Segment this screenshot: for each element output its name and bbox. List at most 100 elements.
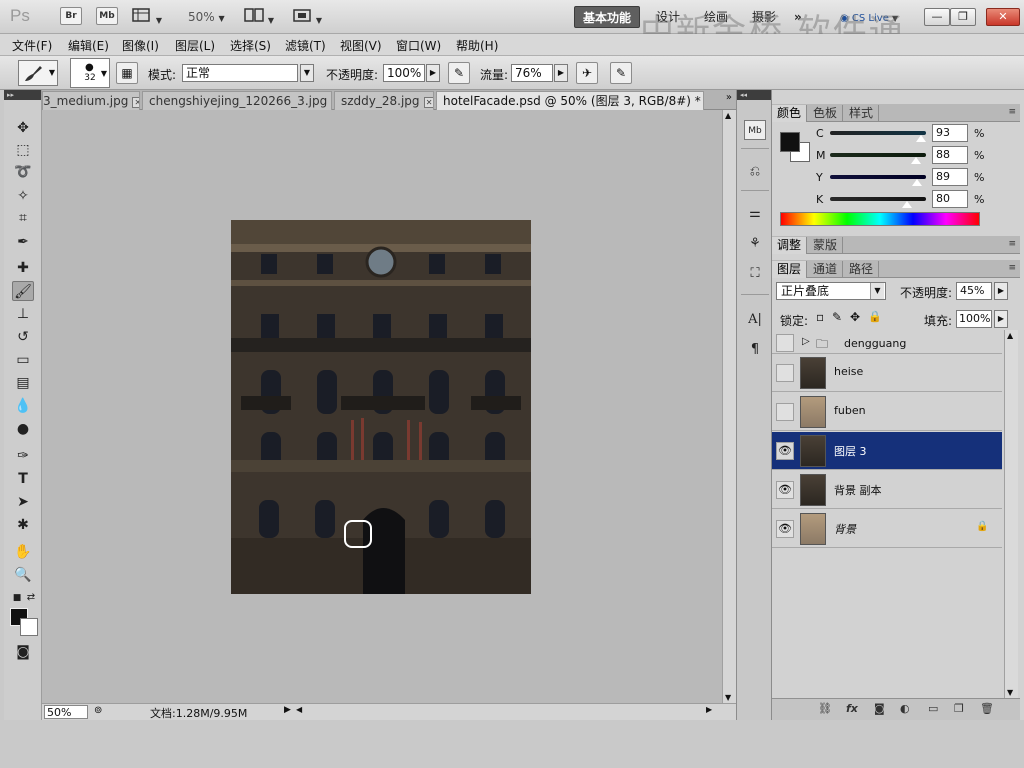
cyan-value-input[interactable]: 93 xyxy=(932,124,968,142)
layer-row-layer3[interactable]: 👁 图层 3 xyxy=(772,432,1002,470)
healing-brush-tool-icon[interactable]: ✚ xyxy=(12,258,34,278)
airbrush-toggle[interactable]: ✈ xyxy=(576,62,598,84)
layer-blend-mode-select[interactable]: 正片叠底 ▼ xyxy=(776,282,886,300)
pressure-size-toggle[interactable]: ✎ xyxy=(610,62,632,84)
color-panel-foreground-swatch[interactable] xyxy=(780,132,800,152)
lock-all-icon[interactable]: 🔒 xyxy=(868,310,882,323)
tab-paths[interactable]: 路径 xyxy=(844,261,880,278)
blur-tool-icon[interactable]: 💧 xyxy=(12,396,34,416)
status-options-icon[interactable]: ⊚ xyxy=(94,705,102,716)
view-extras-button[interactable]: ▼ xyxy=(132,7,162,27)
eye-icon[interactable]: 👁 xyxy=(776,520,794,538)
tool-presets-icon[interactable]: ⛶ xyxy=(744,264,766,284)
quick-selection-tool-icon[interactable]: ✧ xyxy=(12,186,34,206)
arrange-documents-button[interactable]: ▼ xyxy=(244,7,278,27)
panel-menu-icon[interactable]: ≡ xyxy=(1008,239,1016,249)
tab-3-medium[interactable]: 3_medium.jpg✕ xyxy=(42,91,140,110)
menu-file[interactable]: 文件(F) xyxy=(12,37,52,54)
brush-preset-picker[interactable]: ● 32 ▼ xyxy=(70,58,110,88)
delete-layer-icon[interactable]: 🗑 xyxy=(980,702,994,715)
opacity-slider-button[interactable]: ▶ xyxy=(426,64,440,82)
new-layer-icon[interactable]: ❐ xyxy=(954,702,964,715)
close-icon[interactable]: ✕ xyxy=(132,97,139,108)
tab-overflow-icon[interactable]: » xyxy=(726,92,732,103)
quick-mask-icon[interactable]: ◙ xyxy=(12,642,34,662)
restore-button[interactable]: ❐ xyxy=(950,8,976,26)
layer-row-background-copy[interactable]: 👁 背景 副本 xyxy=(772,471,1002,509)
screen-mode-button[interactable]: ▼ xyxy=(292,7,326,27)
layer-row-background[interactable]: 👁 背景 🔒 xyxy=(772,510,1002,548)
visibility-toggle[interactable] xyxy=(776,403,794,421)
layer-opacity-input[interactable]: 45% xyxy=(956,282,992,300)
history-panel-icon[interactable]: ⎌ xyxy=(744,162,766,182)
mini-bridge-panel-icon[interactable]: Mb xyxy=(744,120,766,140)
expand-triangle-icon[interactable]: ▷ xyxy=(802,336,810,347)
type-tool-icon[interactable]: T xyxy=(12,469,34,489)
crop-tool-icon[interactable]: ⌗ xyxy=(12,208,34,228)
hand-tool-icon[interactable]: ✋ xyxy=(12,542,34,562)
bridge-button[interactable]: Br xyxy=(60,7,82,25)
brush-tool-icon[interactable]: 🖌 xyxy=(12,281,34,301)
visibility-toggle[interactable] xyxy=(776,364,794,382)
black-value-input[interactable]: 80 xyxy=(932,190,968,208)
layer-group-row[interactable]: ▷ 🗀 dengguang xyxy=(772,332,1002,354)
scroll-left-icon[interactable]: ◀ xyxy=(296,705,302,714)
mini-bridge-button[interactable]: Mb xyxy=(96,7,118,25)
close-button[interactable]: ✕ xyxy=(986,8,1020,26)
cyan-slider-thumb[interactable] xyxy=(916,135,926,142)
magenta-value-input[interactable]: 88 xyxy=(932,146,968,164)
menu-image[interactable]: 图像(I) xyxy=(122,37,159,54)
eyedropper-tool-icon[interactable]: ✒ xyxy=(12,232,34,252)
menu-layer[interactable]: 图层(L) xyxy=(175,37,215,54)
minimize-button[interactable]: — xyxy=(924,8,950,26)
zoom-tool-icon[interactable]: 🔍 xyxy=(12,565,34,585)
fill-slider-button[interactable]: ▶ xyxy=(994,310,1008,328)
tab-color[interactable]: 颜色 xyxy=(772,105,808,122)
panel-menu-icon[interactable]: ≡ xyxy=(1008,107,1016,117)
tab-adjustments[interactable]: 调整 xyxy=(772,237,808,254)
menu-select[interactable]: 选择(S) xyxy=(230,37,271,54)
layer-opacity-slider-button[interactable]: ▶ xyxy=(994,282,1008,300)
layer-row-heise[interactable]: heise xyxy=(772,354,1002,392)
scroll-down-icon[interactable]: ▼ xyxy=(1007,688,1013,697)
layers-scrollbar[interactable]: ▲ ▼ xyxy=(1004,330,1018,698)
menu-help[interactable]: 帮助(H) xyxy=(456,37,498,54)
cyan-slider[interactable] xyxy=(830,131,926,135)
panel-menu-icon[interactable]: ≡ xyxy=(1008,263,1016,273)
close-icon[interactable]: ✕ xyxy=(423,97,433,108)
menu-window[interactable]: 窗口(W) xyxy=(396,37,441,54)
add-mask-icon[interactable]: ◙ xyxy=(874,702,885,715)
path-selection-tool-icon[interactable]: ➤ xyxy=(12,492,34,512)
lock-transparency-icon[interactable]: ▫ xyxy=(816,310,824,324)
layer-row-fuben[interactable]: fuben xyxy=(772,393,1002,431)
tab-styles[interactable]: 样式 xyxy=(844,105,880,122)
scroll-right-icon[interactable]: ▶ xyxy=(706,705,712,714)
workspace-essentials[interactable]: 基本功能 xyxy=(574,6,641,28)
status-menu-arrow-icon[interactable]: ▶ xyxy=(284,705,291,715)
tab-chengshiyejing[interactable]: chengshiyejing_120266_3.jpg✕ xyxy=(142,91,332,110)
scroll-down-icon[interactable]: ▼ xyxy=(725,693,731,702)
tab-masks[interactable]: 蒙版 xyxy=(808,237,844,254)
opacity-input[interactable]: 100% xyxy=(383,64,425,82)
color-spectrum-bar[interactable] xyxy=(780,212,980,226)
move-tool-icon[interactable]: ✥ xyxy=(12,118,34,138)
tab-szddy[interactable]: szddy_28.jpg ✕ xyxy=(334,91,434,110)
visibility-toggle[interactable] xyxy=(776,334,794,352)
dodge-tool-icon[interactable]: ● xyxy=(12,419,34,439)
eye-icon[interactable]: 👁 xyxy=(776,481,794,499)
menu-view[interactable]: 视图(V) xyxy=(340,37,382,54)
strip-collapse-handle[interactable]: ◂◂ xyxy=(737,90,771,100)
eraser-tool-icon[interactable]: ▭ xyxy=(12,350,34,370)
new-group-icon[interactable]: ▭ xyxy=(928,702,938,715)
clone-stamp-tool-icon[interactable]: ⊥ xyxy=(12,304,34,324)
vertical-scrollbar[interactable]: ▲ ▼ xyxy=(722,110,736,703)
shape-tool-icon[interactable]: ✱ xyxy=(12,515,34,535)
clone-source-icon[interactable]: ⚘ xyxy=(744,234,766,254)
status-zoom-input[interactable]: 50% xyxy=(44,705,88,719)
history-brush-tool-icon[interactable]: ↺ xyxy=(12,327,34,347)
zoom-level-dropdown[interactable]: 50% ▼ xyxy=(188,7,225,27)
document-image[interactable] xyxy=(231,220,531,594)
pen-tool-icon[interactable]: ✑ xyxy=(12,446,34,466)
flow-input[interactable]: 76% xyxy=(511,64,553,82)
background-color-swatch[interactable] xyxy=(20,618,38,636)
